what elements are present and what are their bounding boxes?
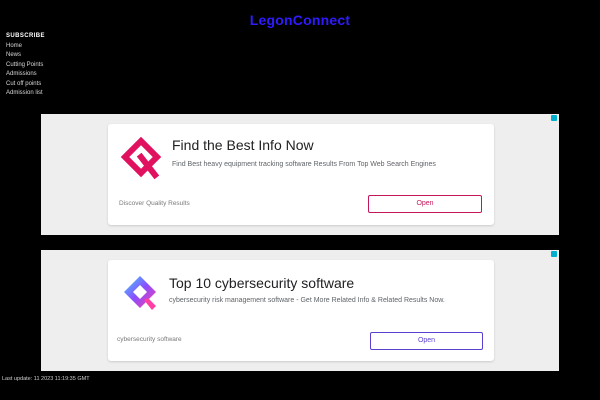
- ad-banner: Find the Best Info Now Find Best heavy e…: [41, 114, 559, 235]
- ad-open-button[interactable]: Open: [370, 332, 483, 350]
- ad-open-button[interactable]: Open: [368, 195, 482, 213]
- footer-last-update: Last update: 11 2023 11:19:35 GMT: [2, 376, 90, 382]
- red-ribbon-logo-icon: [120, 137, 162, 180]
- ad-choices-icon[interactable]: [551, 251, 557, 257]
- ad-source: Discover Quality Results: [119, 200, 190, 207]
- ad-banner: Top 10 cybersecurity software cybersecur…: [41, 250, 559, 371]
- gradient-q-logo-icon: [124, 276, 156, 310]
- ad-card[interactable]: Top 10 cybersecurity software cybersecur…: [108, 260, 494, 361]
- nav-item-cut-off-points[interactable]: Cut off points: [6, 80, 96, 90]
- nav-item-cutting-points[interactable]: Cutting Points: [6, 61, 96, 71]
- page: LegonConnect SUBSCRIBE Home News Cutting…: [0, 0, 600, 400]
- nav-item-subscribe[interactable]: SUBSCRIBE: [6, 32, 96, 42]
- nav-item-home[interactable]: Home: [6, 42, 96, 52]
- nav-item-news[interactable]: News: [6, 51, 96, 61]
- ad-headline[interactable]: Top 10 cybersecurity software: [169, 275, 354, 291]
- ad-choices-icon[interactable]: [551, 115, 557, 121]
- site-title-link[interactable]: LegonConnect: [0, 12, 600, 28]
- nav-item-admissions[interactable]: Admissions: [6, 70, 96, 80]
- nav-item-admission-list[interactable]: Admission list: [6, 89, 96, 99]
- ad-description: Find Best heavy equipment tracking softw…: [172, 161, 436, 168]
- ad-description: cybersecurity risk management software -…: [169, 297, 445, 304]
- ad-card[interactable]: Find the Best Info Now Find Best heavy e…: [108, 124, 494, 225]
- ad-headline[interactable]: Find the Best Info Now: [172, 137, 314, 153]
- nav-menu: SUBSCRIBE Home News Cutting Points Admis…: [6, 32, 96, 99]
- ad-source: cybersecurity software: [117, 336, 182, 343]
